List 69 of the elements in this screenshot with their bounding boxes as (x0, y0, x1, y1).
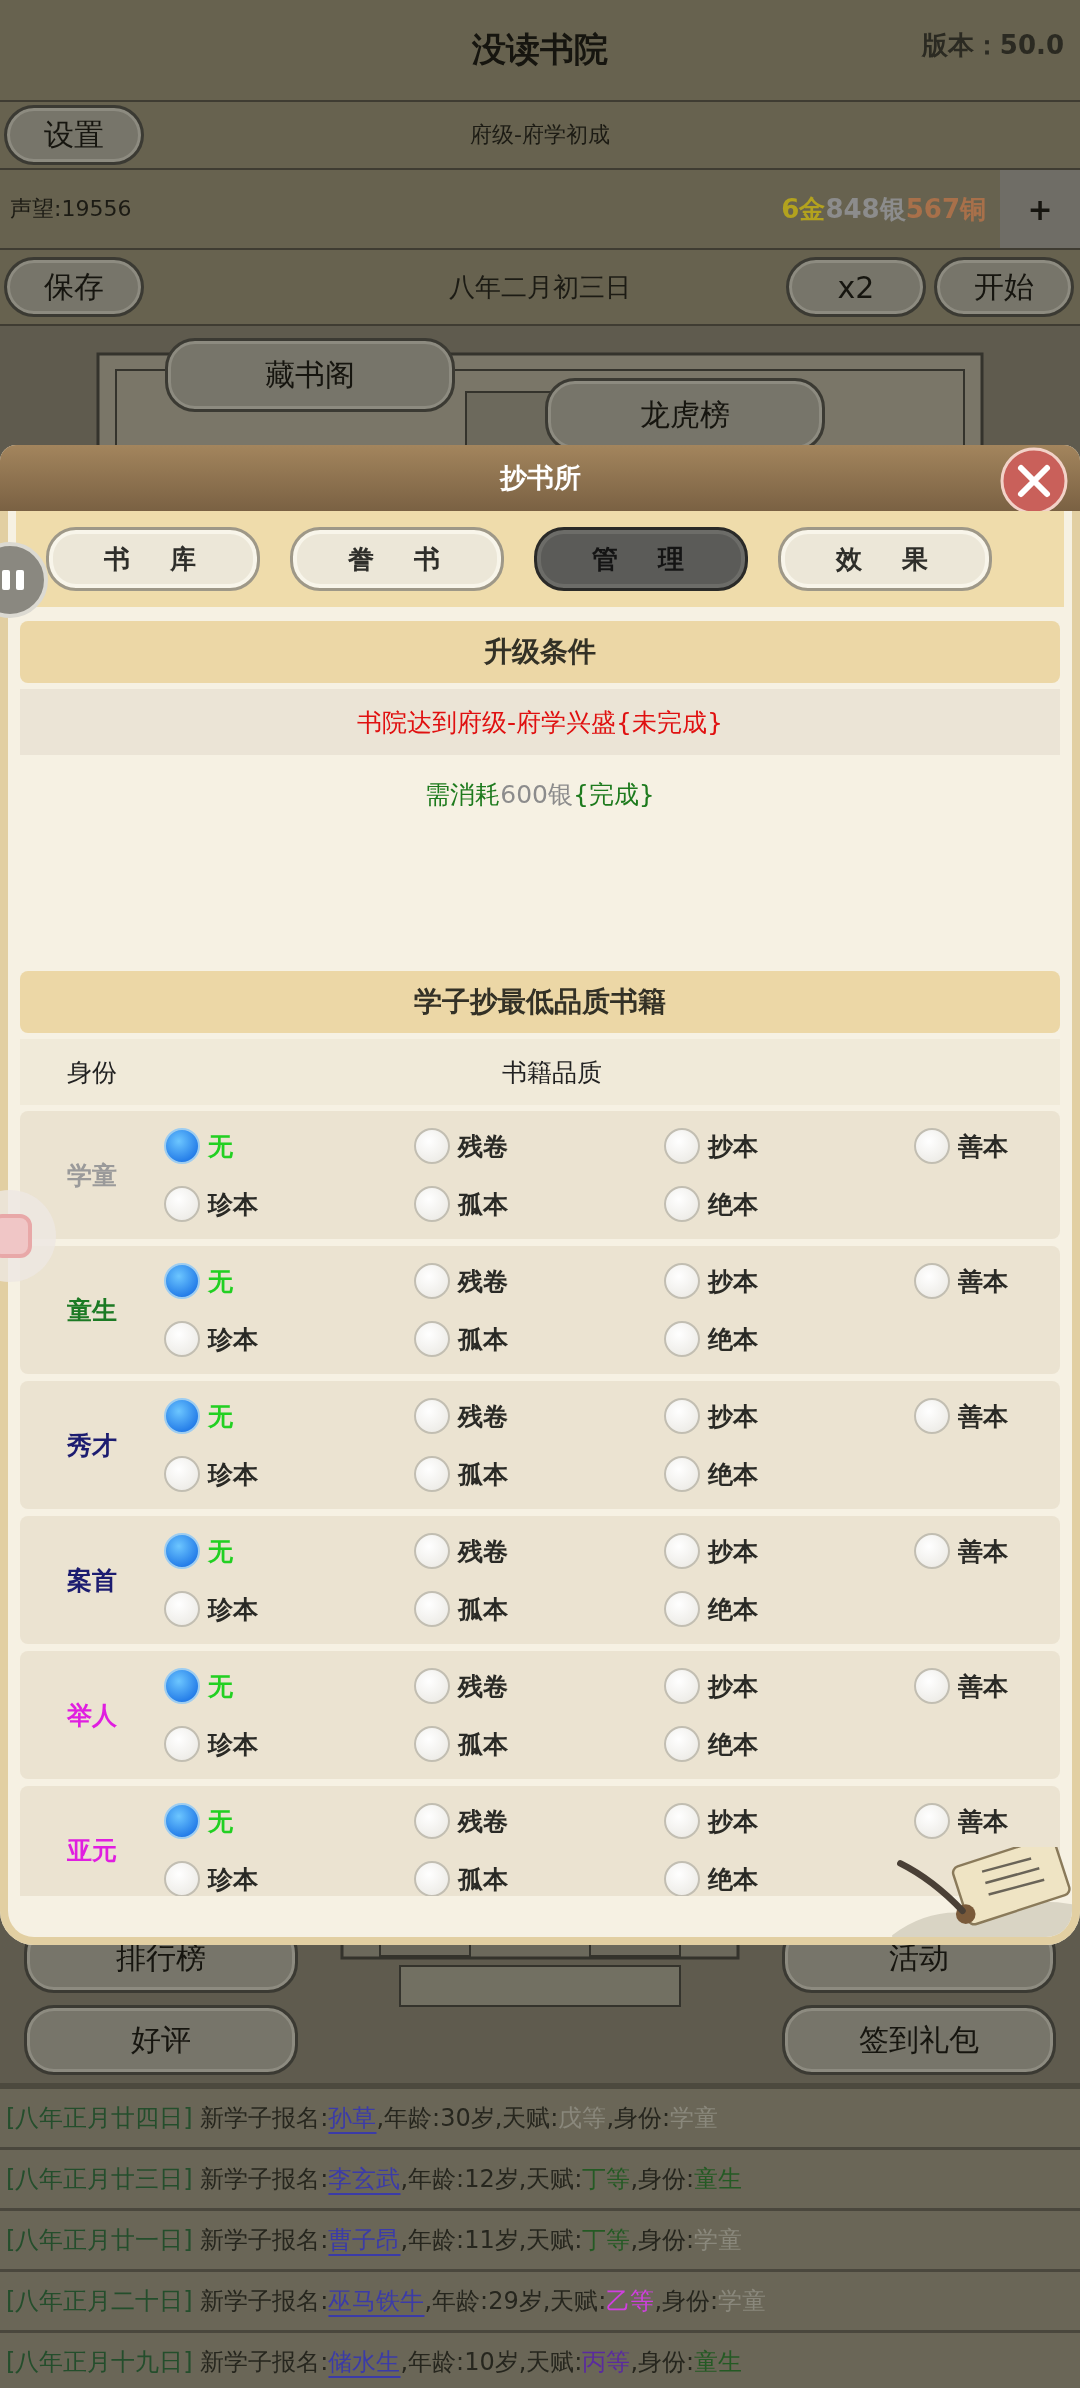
radio-option[interactable]: 绝本 (664, 1726, 914, 1762)
app-title: 没读书院 (472, 28, 608, 71)
radio-option[interactable]: 残卷 (414, 1803, 664, 1839)
menu-button[interactable]: 好评 (24, 2005, 298, 2075)
radio-option[interactable]: 残卷 (414, 1128, 664, 1164)
menu-button[interactable]: 签到礼包 (782, 2005, 1056, 2075)
radio-option[interactable]: 珍本 (164, 1186, 414, 1222)
section-title: 升级条件 (484, 634, 596, 670)
upgrade-condition: 需消耗600银{完成} (425, 778, 655, 811)
radio-option[interactable]: 绝本 (664, 1186, 914, 1222)
radio-option[interactable]: 孤本 (414, 1186, 664, 1222)
radio-option[interactable]: 残卷 (414, 1533, 664, 1569)
version-label: 版本：50.0 (921, 29, 1064, 62)
radio-option[interactable]: 绝本 (664, 1591, 914, 1627)
rank-label: 举人 (66, 1699, 118, 1732)
dialog-title: 抄书所 (499, 461, 581, 495)
radio-option[interactable]: 绝本 (664, 1456, 914, 1492)
log-entry: [八年正月廿三日] 新学子报名:李玄武,年龄:12岁,天赋:丁等,身份:童生 (0, 2150, 1080, 2211)
scene-button[interactable]: 藏书阁 (165, 338, 455, 412)
radio-option[interactable]: 残卷 (414, 1668, 664, 1704)
radio-option[interactable]: 孤本 (414, 1726, 664, 1762)
radio-option[interactable]: 善本 (914, 1263, 1060, 1299)
tab[interactable]: 誊书 (290, 527, 504, 591)
radio-option[interactable]: 孤本 (414, 1321, 664, 1357)
upgrade-condition: 书院达到府级-府学兴盛{未完成} (357, 706, 723, 739)
currency-label: 6金848银567铜 (781, 192, 986, 226)
radio-option[interactable]: 绝本 (664, 1321, 914, 1357)
radio-option[interactable]: 善本 (914, 1533, 1060, 1569)
radio-option[interactable]: 善本 (914, 1803, 1060, 1839)
radio-option[interactable]: 抄本 (664, 1398, 914, 1434)
radio-option[interactable]: 残卷 (414, 1263, 664, 1299)
rank-label: 学童 (66, 1159, 118, 1192)
radio-option[interactable]: 抄本 (664, 1263, 914, 1299)
game-date: 八年二月初三日 (449, 271, 631, 302)
section-title: 学子抄最低品质书籍 (414, 984, 666, 1020)
radio-option[interactable]: 善本 (914, 1398, 1060, 1434)
column-header: 身份 (66, 1056, 118, 1089)
radio-option[interactable]: 抄本 (664, 1668, 914, 1704)
add-button[interactable]: + (1000, 170, 1080, 248)
radio-option[interactable]: 珍本 (164, 1591, 414, 1627)
radio-option[interactable]: 孤本 (414, 1861, 664, 1896)
pause-icon[interactable] (0, 540, 50, 620)
radio-option[interactable]: 珍本 (164, 1456, 414, 1492)
log-entry: [八年正月十九日] 新学子报名:储水生,年龄:10岁,天赋:丙等,身份:童生 (0, 2333, 1080, 2388)
radio-option[interactable]: 珍本 (164, 1321, 414, 1357)
radio-option[interactable]: 绝本 (664, 1861, 914, 1896)
radio-option[interactable]: 抄本 (664, 1803, 914, 1839)
radio-option[interactable]: 珍本 (164, 1726, 414, 1762)
settings-button[interactable]: 设置 (4, 105, 144, 165)
start-button[interactable]: 开始 (934, 257, 1074, 317)
radio-option[interactable]: 珍本 (164, 1861, 414, 1896)
tab[interactable]: 效果 (778, 527, 992, 591)
radio-option[interactable]: 残卷 (414, 1398, 664, 1434)
radio-option[interactable]: 孤本 (414, 1456, 664, 1492)
rank-label: 案首 (66, 1564, 118, 1597)
academy-level-label: 府级-府学初成 (470, 122, 610, 147)
speed-button[interactable]: x2 (786, 257, 926, 317)
column-header: 书籍品质 (501, 1056, 603, 1089)
radio-option[interactable]: 抄本 (664, 1533, 914, 1569)
rank-label: 亚元 (66, 1834, 118, 1867)
save-button[interactable]: 保存 (4, 257, 144, 317)
radio-option[interactable]: 孤本 (414, 1591, 664, 1627)
reputation-label: 声望:19556 (10, 195, 133, 223)
rank-label: 童生 (66, 1294, 118, 1327)
radio-option[interactable]: 善本 (914, 1668, 1060, 1704)
tab[interactable]: 书库 (46, 527, 260, 591)
rank-label: 秀才 (66, 1429, 118, 1462)
radio-option[interactable]: 抄本 (664, 1128, 914, 1164)
radio-option[interactable]: 善本 (914, 1128, 1060, 1164)
